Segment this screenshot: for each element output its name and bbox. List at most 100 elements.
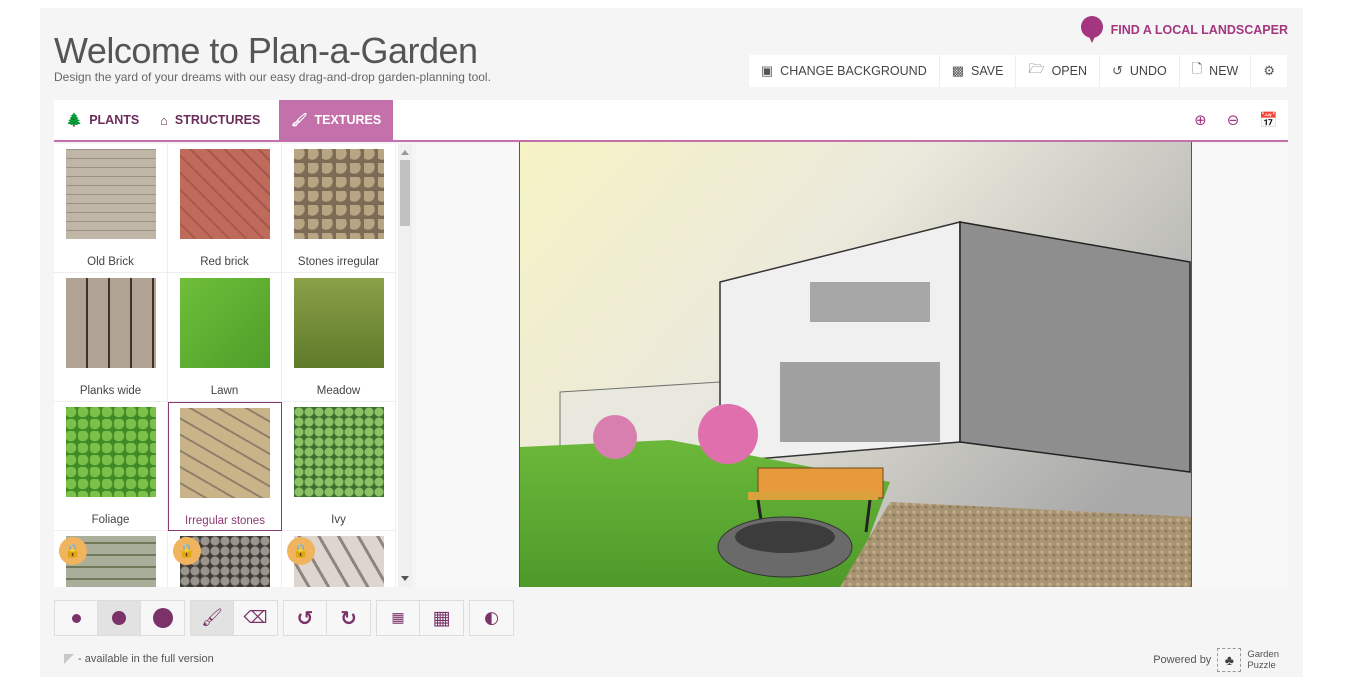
change-background-button[interactable]: ▣ CHANGE BACKGROUND — [749, 55, 940, 87]
save-label: SAVE — [971, 64, 1004, 78]
texture-item[interactable]: Meadow — [282, 273, 396, 402]
texture-item[interactable]: Ivy — [282, 402, 396, 531]
small-grid-button[interactable]: ▦ — [377, 601, 420, 635]
tab-plants-label: PLANTS — [89, 113, 140, 127]
texture-item[interactable]: 🔒 — [168, 531, 282, 587]
small-dot-icon — [71, 613, 81, 623]
new-label: NEW — [1209, 64, 1239, 78]
full-version-note: - available in the full version — [64, 653, 214, 665]
undo-icon: ↺ — [1112, 63, 1123, 78]
undo-button[interactable]: ↺ UNDO — [1100, 55, 1180, 87]
garden-puzzle-tree-icon[interactable]: ♣ — [1217, 648, 1242, 672]
texture-swatch — [293, 149, 384, 239]
redo-icon: ↻ — [340, 606, 357, 630]
flower-bush-left — [593, 415, 637, 459]
zoom-in-icon[interactable]: ⊕ — [1194, 111, 1207, 129]
large-grid-button[interactable]: ▦ — [420, 601, 463, 635]
powered-by: Powered by ♣ Garden Puzzle — [1153, 648, 1279, 672]
flower-bush-right — [698, 404, 758, 464]
undo-stroke-button[interactable]: ↺ — [284, 601, 327, 635]
texture-item[interactable]: Planks wide — [54, 273, 168, 402]
texture-label: Old Brick — [87, 256, 134, 268]
canvas-area — [416, 142, 1288, 587]
brush-size-small[interactable] — [55, 601, 98, 635]
settings-button[interactable]: ⚙ — [1251, 55, 1287, 87]
folder-open-icon: 🗁 — [1028, 61, 1045, 76]
lock-icon: 🔒 — [59, 537, 87, 565]
texture-item[interactable]: 🔒 — [54, 531, 168, 587]
tab-plants[interactable]: 🌲 PLANTS — [54, 100, 151, 140]
app-container: Welcome to Plan-a-Garden Design the yard… — [40, 8, 1303, 677]
lock-icon: 🔒 — [173, 537, 201, 565]
tabs-bar: 🌲 PLANTS ⌂ STRUCTURES 🖌 TEXTURES ⊕ ⊖ 📅 — [54, 100, 1288, 142]
garden-canvas[interactable] — [519, 142, 1192, 587]
grid-large-icon: ▦ — [432, 607, 451, 629]
full-version-note-text: - available in the full version — [78, 653, 214, 665]
house-window — [780, 362, 940, 442]
texture-swatch — [65, 278, 156, 368]
paint-brush-button[interactable]: 🖌 — [191, 601, 234, 635]
tab-structures[interactable]: ⌂ STRUCTURES — [148, 100, 272, 140]
texture-item[interactable]: Foliage — [54, 402, 168, 531]
texture-label: Lawn — [210, 385, 239, 397]
texture-swatch — [293, 407, 384, 497]
contrast-icon: ◐ — [484, 608, 499, 628]
powered-by-text: Powered by — [1153, 654, 1212, 666]
change-background-label: CHANGE BACKGROUND — [780, 64, 927, 78]
zoom-out-icon[interactable]: ⊖ — [1227, 111, 1240, 129]
garden-puzzle-brand[interactable]: Garden Puzzle — [1247, 649, 1279, 671]
texture-swatch — [65, 149, 156, 239]
contrast-button[interactable]: ◐ — [470, 601, 513, 635]
texture-label: Meadow — [316, 385, 361, 397]
textures-grid: Old Brick Red brick Stones irregular Planks… — [54, 144, 398, 587]
textures-scrollbar[interactable] — [398, 144, 412, 587]
texture-label: Red brick — [200, 256, 249, 268]
gear-icon: ⚙ — [1263, 63, 1275, 78]
texture-label: Planks wide — [79, 385, 142, 397]
texture-swatch — [180, 408, 270, 498]
lock-icon: 🔒 — [287, 537, 315, 565]
brand-line-2: Puzzle — [1247, 660, 1276, 671]
texture-swatch — [179, 149, 270, 239]
brush-size-medium[interactable] — [98, 601, 141, 635]
scroll-down-arrow-icon[interactable] — [401, 576, 409, 581]
house-window-upper — [810, 282, 930, 322]
fire-pit-inner — [735, 521, 835, 553]
texture-item[interactable]: Stones irregular — [282, 144, 396, 273]
tab-structures-label: STRUCTURES — [174, 113, 261, 127]
scroll-up-arrow-icon[interactable] — [401, 150, 409, 155]
texture-swatch — [293, 278, 384, 368]
home-icon: ⌂ — [160, 112, 168, 128]
save-button[interactable]: ▩ SAVE — [940, 55, 1017, 87]
tab-textures[interactable]: 🖌 TEXTURES — [279, 100, 394, 140]
brand-line-1: Garden — [1247, 649, 1279, 660]
texture-swatch — [65, 407, 156, 497]
image-icon: ▣ — [760, 63, 774, 78]
texture-item[interactable]: Lawn — [168, 273, 282, 402]
texture-label: Foliage — [91, 514, 130, 526]
medium-dot-icon — [112, 611, 126, 625]
find-landscaper-link[interactable]: FIND A LOCAL LANDSCAPER — [1080, 16, 1288, 44]
eraser-button[interactable]: ⌫ — [234, 601, 277, 635]
scrollbar-thumb[interactable] — [400, 160, 410, 226]
bottom-toolbar: 🖌 ⌫ ↺ ↻ ▦ ▦ ◐ — [54, 600, 514, 636]
house-right — [959, 221, 1191, 473]
open-button[interactable]: 🗁 OPEN — [1016, 55, 1100, 87]
main-toolbar: ▣ CHANGE BACKGROUND ▩ SAVE 🗁 OPEN ↺ UNDO… — [748, 55, 1287, 87]
texture-item[interactable]: Irregular stones — [168, 402, 282, 531]
bench-seat — [748, 492, 878, 500]
redo-stroke-button[interactable]: ↻ — [327, 601, 370, 635]
texture-item[interactable]: Red brick — [168, 144, 282, 273]
undo-icon: ↺ — [296, 606, 314, 630]
texture-item[interactable]: 🔒 — [282, 531, 396, 587]
new-button[interactable]: 🗋 NEW — [1180, 55, 1252, 87]
calendar-icon[interactable]: 📅 — [1259, 111, 1278, 129]
grid-group: ▦ ▦ — [376, 600, 464, 636]
tab-textures-label: TEXTURES — [314, 113, 382, 127]
texture-item[interactable]: Old Brick — [54, 144, 168, 273]
page-title: Welcome to Plan-a-Garden — [54, 30, 478, 71]
texture-label: Ivy — [331, 514, 346, 526]
brush-size-large[interactable] — [141, 601, 184, 635]
texture-swatch — [179, 278, 270, 368]
file-icon: 🗋 — [1191, 61, 1203, 76]
